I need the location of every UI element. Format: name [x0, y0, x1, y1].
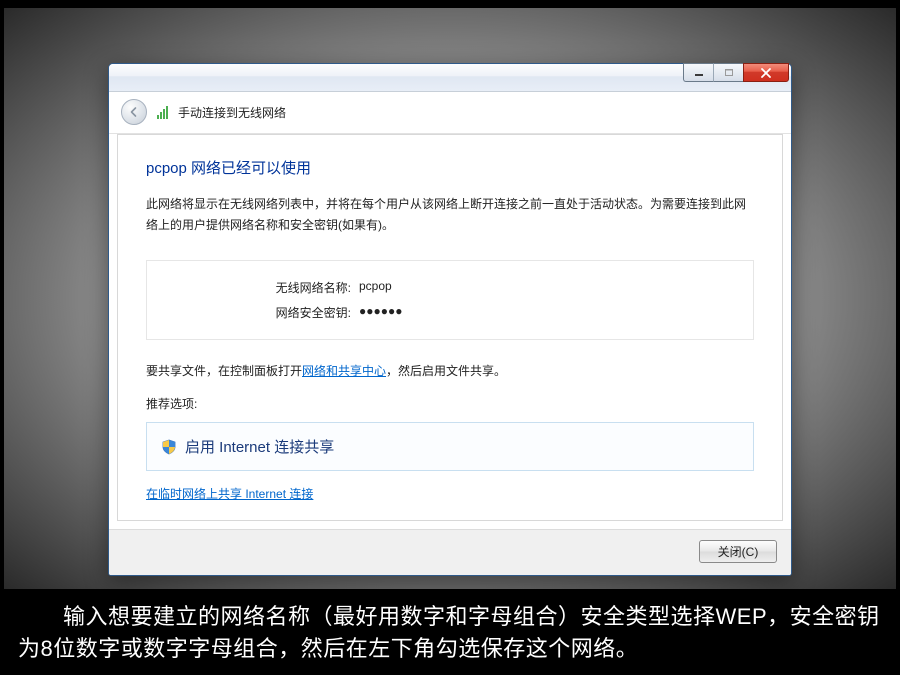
minimize-button[interactable] — [683, 63, 713, 82]
network-name-label: 无线网络名称: — [167, 279, 359, 296]
share-temp-network-link[interactable]: 在临时网络上共享 Internet 连接 — [146, 485, 313, 502]
close-button[interactable] — [743, 63, 789, 82]
outer-frame: 手动连接到无线网络 pcpop 网络已经可以使用 此网络将显示在无线网络列表中，… — [0, 0, 900, 675]
content-panel: pcpop 网络已经可以使用 此网络将显示在无线网络列表中，并将在每个用户从该网… — [117, 134, 783, 521]
share-instruction: 要共享文件，在控制面板打开网络和共享中心，然后启用文件共享。 — [146, 362, 754, 379]
success-title: pcpop 网络已经可以使用 — [146, 157, 754, 178]
network-key-value: ●●●●●● — [359, 304, 403, 321]
share-suffix: ，然后启用文件共享。 — [386, 364, 506, 378]
option-text: 启用 Internet 连接共享 — [185, 436, 334, 457]
info-row-name: 无线网络名称: pcpop — [167, 275, 733, 300]
back-button[interactable] — [121, 99, 147, 125]
titlebar — [109, 64, 791, 92]
share-prefix: 要共享文件，在控制面板打开 — [146, 364, 302, 378]
description-text: 此网络将显示在无线网络列表中，并将在每个用户从该网络上断开连接之前一直处于活动状… — [146, 194, 754, 236]
network-sharing-center-link[interactable]: 网络和共享中心 — [302, 364, 386, 378]
background-gradient: 手动连接到无线网络 pcpop 网络已经可以使用 此网络将显示在无线网络列表中，… — [0, 0, 900, 593]
network-key-label: 网络安全密钥: — [167, 304, 359, 321]
header: 手动连接到无线网络 — [109, 92, 791, 134]
window-controls — [683, 63, 789, 82]
network-name-value: pcpop — [359, 279, 392, 296]
wifi-signal-icon — [157, 105, 168, 119]
dialog-window: 手动连接到无线网络 pcpop 网络已经可以使用 此网络将显示在无线网络列表中，… — [108, 63, 792, 576]
recommend-label: 推荐选项: — [146, 395, 754, 412]
network-info-box: 无线网络名称: pcpop 网络安全密钥: ●●●●●● — [146, 260, 754, 340]
info-row-key: 网络安全密钥: ●●●●●● — [167, 300, 733, 325]
slide-caption: 输入想要建立的网络名称（最好用数字和字母组合）安全类型选择WEP，安全密钥为8位… — [0, 593, 900, 675]
maximize-button[interactable] — [713, 63, 743, 82]
enable-ics-option[interactable]: 启用 Internet 连接共享 — [146, 422, 754, 471]
header-title: 手动连接到无线网络 — [178, 104, 286, 121]
shield-icon — [161, 439, 177, 455]
footer: 关闭(C) — [109, 529, 791, 575]
close-dialog-button[interactable]: 关闭(C) — [699, 540, 777, 563]
